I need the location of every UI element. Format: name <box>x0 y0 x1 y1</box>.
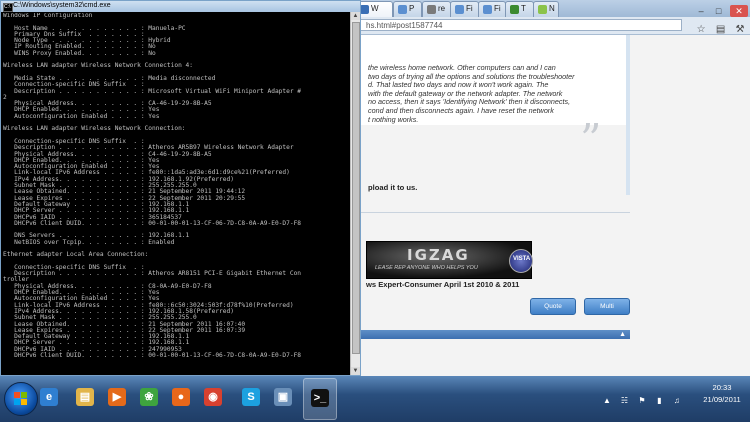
vista-badge-label: VISTA <box>513 256 531 262</box>
vista-badge-icon: VISTA <box>509 249 533 273</box>
award-text: ws Expert-Consumer April 1st 2010 & 2011 <box>366 280 520 289</box>
cmd-icon: >_ <box>311 389 329 407</box>
windows-flag-icon <box>14 392 28 406</box>
signature-divider <box>330 212 630 213</box>
browser-tab[interactable]: Fi <box>450 1 479 17</box>
taskbar-chrome-button[interactable]: ◉ <box>197 378 229 418</box>
cmd-title-bar[interactable]: C:\ C:\Windows\system32\cmd.exe <box>1 1 360 12</box>
quote-button[interactable]: Quote <box>530 298 576 315</box>
volume-icon[interactable]: ♫ <box>672 396 682 406</box>
battery-icon[interactable]: ▮ <box>654 396 664 406</box>
explorer-icon: ▤ <box>76 388 94 406</box>
post-body: the wireless home network. Other compute… <box>330 35 626 161</box>
browser-tab[interactable]: Fi <box>478 1 506 17</box>
tab-favicon-icon <box>483 5 492 14</box>
close-icon[interactable]: ✕ <box>730 5 748 17</box>
show-hidden-icons-icon[interactable]: ▲ <box>602 396 612 406</box>
signature-logo: IGZAG <box>407 246 470 264</box>
chrome-icon: ◉ <box>204 388 222 406</box>
taskbar-internet-explorer-button[interactable]: e <box>33 378 65 418</box>
browser-toolbar: hs.html#post1587744 ☆ ▤ ⚒ <box>330 17 750 35</box>
browser-tab[interactable]: T <box>505 1 534 17</box>
clock-date: 21/09/2011 <box>703 395 741 404</box>
cmd-scrollbar[interactable]: ▲ ▼ <box>350 12 360 375</box>
taskbar-msn-button[interactable]: ❀ <box>133 378 165 418</box>
right-column <box>630 35 750 376</box>
firefox-icon: ● <box>172 388 190 406</box>
scrollbar-thumb[interactable] <box>352 22 360 354</box>
taskbar-firefox-button[interactable]: ● <box>165 378 197 418</box>
browser-window: HWPreFiFiTN – □ ✕ hs.html#post1587744 ☆ … <box>330 0 750 376</box>
network-icon[interactable]: ☵ <box>619 396 629 406</box>
msn-icon: ❀ <box>140 388 158 406</box>
cmd-window[interactable]: C:\ C:\Windows\system32\cmd.exe Windows … <box>0 0 361 376</box>
tab-title: T <box>521 4 526 13</box>
tab-favicon-icon <box>427 5 436 14</box>
taskbar-window-button[interactable]: ▣ <box>267 378 299 418</box>
cmd-output[interactable]: Windows IP Configuration Host Name . . .… <box>3 13 351 375</box>
cmd-output-line: Description . . . . . . . . . . . : Athe… <box>3 270 302 278</box>
taskbar: e ▤ ▶ ❀ ● ◉ S ▣ >_ ▲ ☵ ⚑ ▮ ♫ 20:33 21/09/2011 <box>0 376 750 422</box>
section-header-bar: ▲ <box>330 330 630 339</box>
tab-favicon-icon <box>398 5 407 14</box>
media-player-icon: ▶ <box>108 388 126 406</box>
tab-title: N <box>549 4 555 13</box>
browser-window-controls: – □ ✕ <box>694 1 748 17</box>
taskbar-explorer-button[interactable]: ▤ <box>69 378 101 418</box>
tab-title: P <box>409 4 415 13</box>
clock[interactable]: 20:33 21/09/2011 <box>696 382 748 406</box>
taskbar-cmd-button[interactable]: >_ <box>303 378 337 420</box>
minimize-icon[interactable]: – <box>695 5 707 17</box>
signature-banner: IGZAG LEASE REP ANYONE WHO HELPS YOU VIS… <box>366 241 533 279</box>
cmd-output-line: DHCPv6 Client DUID. . . . . . . . : 00-0… <box>3 352 302 360</box>
scroll-up-icon[interactable]: ▲ <box>351 12 360 20</box>
clock-time: 20:33 <box>712 383 732 392</box>
browser-tab[interactable]: re <box>422 1 451 17</box>
tab-favicon-icon <box>455 5 464 14</box>
internet-explorer-icon: e <box>40 388 58 406</box>
flag-icon[interactable]: ⚑ <box>637 396 647 406</box>
attach-text: pload it to us. <box>368 183 418 192</box>
tab-title: Fi <box>494 4 501 13</box>
cmd-icon: C:\ <box>3 3 13 12</box>
multi-quote-button[interactable]: Multi <box>584 298 630 315</box>
tab-favicon-icon <box>360 5 369 14</box>
quote-mark-icon: ” <box>580 115 602 164</box>
cmd-output-line: DHCPv6 Client DUID. . . . . . . . : 00-0… <box>3 219 302 227</box>
tab-strip: HWPreFiFiTN – □ ✕ <box>330 0 750 17</box>
taskbar-media-player-button[interactable]: ▶ <box>101 378 133 418</box>
signature-subtitle: LEASE REP ANYONE WHO HELPS YOU <box>375 265 478 271</box>
skype-icon: S <box>242 388 260 406</box>
post-side-strip <box>626 35 630 195</box>
tab-favicon-icon <box>510 5 519 14</box>
tab-title: re <box>438 4 446 13</box>
cmd-output-line: Description . . . . . . . . . . . : Micr… <box>3 87 302 95</box>
tab-title: W <box>371 4 379 13</box>
tab-title: Fi <box>466 4 473 13</box>
browser-tab[interactable]: P <box>393 1 422 17</box>
window-icon: ▣ <box>274 388 292 406</box>
collapse-arrow-icon[interactable]: ▲ <box>619 330 626 339</box>
tab-favicon-icon <box>538 5 547 14</box>
browser-tab[interactable]: N <box>533 1 559 17</box>
maximize-icon[interactable]: □ <box>713 5 725 17</box>
cmd-title: C:\Windows\system32\cmd.exe <box>13 2 111 9</box>
taskbar-skype-button[interactable]: S <box>235 378 267 418</box>
system-tray: ▲ ☵ ⚑ ▮ ♫ <box>602 390 698 406</box>
address-bar[interactable]: hs.html#post1587744 <box>330 19 682 31</box>
scroll-down-icon[interactable]: ▼ <box>351 367 360 375</box>
